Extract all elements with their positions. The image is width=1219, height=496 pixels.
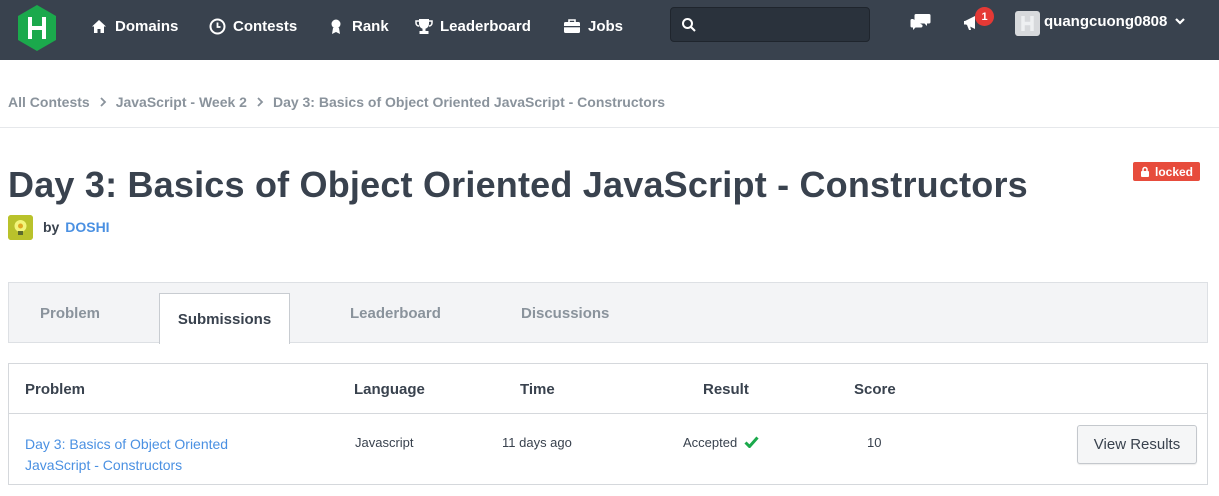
search-input[interactable]: [703, 8, 863, 41]
notification-count-badge: 1: [975, 7, 994, 26]
nav-domains-label: Domains: [115, 17, 179, 35]
language-cell: Javascript: [355, 435, 414, 450]
score-cell: 10: [867, 435, 882, 450]
nav-jobs-label: Jobs: [588, 17, 624, 35]
nav-jobs[interactable]: Jobs: [563, 0, 623, 52]
check-icon: [744, 436, 759, 448]
author-avatar[interactable]: [8, 215, 33, 240]
hackerrank-logo[interactable]: [16, 4, 58, 52]
nav-leaderboard[interactable]: Leaderboard: [415, 0, 531, 52]
submissions-table: Problem Language Time Result Score Day 3…: [8, 363, 1208, 485]
nav-rank[interactable]: Rank: [327, 0, 389, 52]
search-box[interactable]: [670, 7, 870, 42]
result-label: Accepted: [683, 435, 738, 450]
page-title: Day 3: Basics of Object Oriented JavaScr…: [8, 164, 1028, 205]
locked-badge: locked: [1133, 162, 1201, 181]
medal-icon: [327, 17, 345, 35]
top-navbar: Domains Contests Rank Leaderboard Jobs 1…: [0, 0, 1219, 60]
column-header-language: Language: [354, 381, 425, 398]
author-line: by DOSHI: [43, 219, 110, 235]
author-link[interactable]: DOSHI: [65, 219, 109, 235]
column-header-time: Time: [520, 381, 555, 398]
chevron-right-icon: [257, 97, 264, 107]
username[interactable]: quangcuong0808: [1044, 13, 1167, 30]
briefcase-icon: [563, 17, 581, 35]
home-icon: [90, 17, 108, 35]
locked-label: locked: [1155, 164, 1194, 179]
nav-contests-label: Contests: [233, 17, 298, 35]
nav-rank-label: Rank: [352, 17, 389, 35]
tab-problem[interactable]: Problem: [40, 283, 100, 343]
tab-discussions[interactable]: Discussions: [521, 283, 609, 343]
time-cell: 11 days ago: [502, 435, 572, 450]
user-avatar[interactable]: [1015, 11, 1040, 36]
breadcrumb: All Contests JavaScript - Week 2 Day 3: …: [8, 92, 665, 112]
column-header-score: Score: [854, 381, 896, 398]
tab-submissions[interactable]: Submissions: [159, 293, 290, 344]
breadcrumb-divider: [0, 127, 1219, 128]
nav-contests[interactable]: Contests: [208, 0, 297, 52]
search-icon: [681, 17, 697, 33]
challenge-tabs: Problem Submissions Leaderboard Discussi…: [8, 282, 1208, 344]
column-header-problem: Problem: [25, 381, 86, 398]
table-header-divider: [9, 413, 1207, 414]
by-label: by: [43, 219, 60, 235]
breadcrumb-contest[interactable]: JavaScript - Week 2: [116, 94, 247, 110]
nav-domains[interactable]: Domains: [90, 0, 178, 52]
breadcrumb-challenge[interactable]: Day 3: Basics of Object Oriented JavaScr…: [273, 94, 665, 110]
problem-link[interactable]: Day 3: Basics of Object Oriented JavaScr…: [25, 434, 275, 476]
result-cell: Accepted: [683, 435, 759, 450]
chevron-down-icon[interactable]: [1173, 14, 1187, 28]
column-header-result: Result: [703, 381, 749, 398]
trophy-icon: [415, 17, 433, 35]
chevron-right-icon: [100, 97, 106, 107]
messages-icon[interactable]: [909, 11, 931, 33]
tab-leaderboard[interactable]: Leaderboard: [350, 283, 441, 343]
breadcrumb-all-contests[interactable]: All Contests: [8, 94, 90, 110]
view-results-button[interactable]: View Results: [1077, 425, 1197, 464]
lock-icon: [1140, 166, 1150, 177]
nav-leaderboard-label: Leaderboard: [440, 17, 531, 35]
clock-icon: [208, 17, 226, 35]
